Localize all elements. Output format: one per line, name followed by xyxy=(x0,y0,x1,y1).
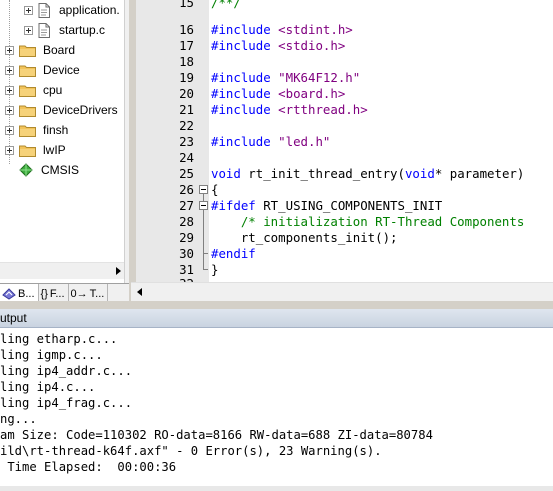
output-line: ling ip4.c... xyxy=(0,380,96,394)
expand-icon[interactable] xyxy=(5,65,14,75)
expand-icon[interactable] xyxy=(5,145,14,155)
expand-icon[interactable] xyxy=(5,125,14,135)
tree-item-label: CMSIS xyxy=(41,163,80,177)
tree-item-label: Board xyxy=(43,43,76,57)
project-tabs: B... {} F... 0→ T... xyxy=(0,283,131,303)
status-strip xyxy=(0,486,553,491)
tab-label: T... xyxy=(89,287,105,300)
code-line[interactable]: #include <stdint.h> xyxy=(211,22,353,38)
line-number: 27 xyxy=(179,198,194,213)
expand-icon[interactable] xyxy=(5,105,14,115)
output-line: ild\rt-thread-k64f.axf" - 0 Error(s), 23… xyxy=(0,444,382,458)
tree-item-label: lwIP xyxy=(43,143,66,157)
code-line[interactable]: #include <rtthread.h> xyxy=(211,102,368,118)
line-number: 26 xyxy=(179,182,194,197)
tree-item-label: Device xyxy=(43,63,80,77)
scroll-right-icon[interactable] xyxy=(116,267,121,275)
fold-collapse-icon[interactable] xyxy=(199,185,208,194)
fold-guide xyxy=(203,210,204,270)
code-line[interactable]: { xyxy=(211,182,218,198)
scroll-left-icon[interactable] xyxy=(137,288,142,296)
folder-icon xyxy=(19,85,36,97)
code-line[interactable]: rt_components_init(); xyxy=(211,230,398,246)
tree-group-board[interactable]: Board xyxy=(5,40,75,60)
tree-item-label: application. xyxy=(59,3,120,17)
line-number: 16 xyxy=(179,22,194,37)
line-number: 23 xyxy=(179,134,194,149)
project-tree: application. startup.c Board Device cpu … xyxy=(0,0,124,284)
fold-end-marker xyxy=(203,269,208,270)
output-line: ling ip4_frag.c... xyxy=(0,396,133,410)
build-output[interactable]: ling etharp.c... ling igmp.c... ling ip4… xyxy=(0,328,553,488)
tree-item-label: finsh xyxy=(43,123,69,137)
tree-item-startup[interactable]: startup.c xyxy=(24,20,105,40)
tree-group-lwip[interactable]: lwIP xyxy=(5,140,66,160)
folder-icon xyxy=(19,65,36,77)
line-number: 25 xyxy=(179,166,194,181)
line-number: 30 xyxy=(179,246,194,261)
code-line[interactable]: #include "led.h" xyxy=(211,134,330,150)
line-number: 21 xyxy=(179,102,194,117)
expand-icon[interactable] xyxy=(24,5,33,15)
code-line[interactable]: #endif xyxy=(211,246,256,262)
output-line: Time Elapsed: 00:00:36 xyxy=(0,460,177,474)
line-number: 22 xyxy=(179,118,194,133)
output-line: ling etharp.c... xyxy=(0,332,118,346)
line-number: 28 xyxy=(179,214,194,229)
code-line[interactable]: /**/ xyxy=(211,0,241,11)
folder-icon xyxy=(19,145,36,157)
tree-item-label: DeviceDrivers xyxy=(43,103,118,117)
line-number: 19 xyxy=(179,70,194,85)
expand-icon[interactable] xyxy=(24,25,33,35)
tree-item-label: startup.c xyxy=(59,23,106,37)
fold-end-marker xyxy=(203,253,208,254)
output-line: ling ip4_addr.c... xyxy=(0,364,133,378)
code-line[interactable]: #include <stdio.h> xyxy=(211,38,345,54)
c-file-icon xyxy=(38,2,50,18)
line-number: 15 xyxy=(179,0,194,10)
line-number: 17 xyxy=(179,38,194,53)
code-line[interactable]: #ifdef RT_USING_COMPONENTS_INIT xyxy=(211,198,442,214)
tree-horizontal-scrollbar[interactable] xyxy=(0,262,124,279)
code-line[interactable]: #include "MK64F12.h" xyxy=(211,70,360,86)
templates-icon: 0→ xyxy=(70,287,88,300)
expand-icon[interactable] xyxy=(5,45,14,55)
code-line[interactable]: /* initialization RT-Thread Components xyxy=(211,214,524,230)
pane-splitter[interactable] xyxy=(129,0,136,303)
code-line[interactable]: } xyxy=(211,262,218,278)
panel-separator[interactable] xyxy=(0,301,553,309)
output-line: am Size: Code=110302 RO-data=8166 RW-dat… xyxy=(0,428,433,442)
folder-icon xyxy=(19,105,36,117)
tree-component-cmsis[interactable]: CMSIS xyxy=(19,160,79,180)
line-number: 18 xyxy=(179,54,194,69)
tree-group-cpu[interactable]: cpu xyxy=(5,80,62,100)
output-line: ng... xyxy=(0,412,37,426)
output-line: ling igmp.c... xyxy=(0,348,103,362)
tab-label: F... xyxy=(49,287,65,300)
line-number: 20 xyxy=(179,86,194,101)
code-line[interactable]: void rt_init_thread_entry(void* paramete… xyxy=(211,166,524,182)
fold-collapse-icon[interactable] xyxy=(199,201,208,210)
line-number: 29 xyxy=(179,230,194,245)
tab-label: B... xyxy=(18,287,35,300)
tree-item-label: cpu xyxy=(43,83,63,97)
functions-icon: {} xyxy=(40,287,48,300)
editor-horizontal-scrollbar[interactable] xyxy=(131,282,553,301)
output-panel-title: utput xyxy=(0,309,553,328)
code-line[interactable]: #include <board.h> xyxy=(211,86,345,102)
folder-icon xyxy=(19,45,36,57)
component-gem-icon xyxy=(19,163,33,177)
books-icon xyxy=(2,288,16,300)
tree-group-finsh[interactable]: finsh xyxy=(5,120,68,140)
expand-icon[interactable] xyxy=(5,85,14,95)
line-number: 24 xyxy=(179,150,194,165)
tree-group-devicedrivers[interactable]: DeviceDrivers xyxy=(5,100,118,120)
folder-icon xyxy=(19,125,36,137)
fold-guide xyxy=(203,194,204,201)
tree-group-device[interactable]: Device xyxy=(5,60,80,80)
tree-item-application[interactable]: application. xyxy=(24,0,120,20)
c-file-icon xyxy=(38,22,50,38)
